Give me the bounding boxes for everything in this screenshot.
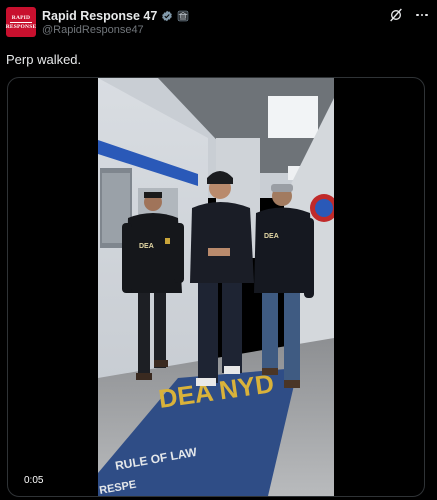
avatar-text-bottom: RESPONSE [5, 23, 37, 30]
avatar-text-top: RAPID [11, 14, 31, 21]
avatar[interactable]: RAPID RESPONSE [6, 7, 36, 37]
government-affiliate-icon [178, 10, 189, 22]
tweet-text: Perp walked. [6, 52, 82, 67]
video-player[interactable]: DEA NYD RULE OF LAW RESPE DEA DEA 0:05 [7, 77, 425, 497]
more-options-icon[interactable] [414, 7, 430, 23]
display-name[interactable]: Rapid Response 47 [42, 9, 157, 23]
video-frame[interactable]: DEA NYD RULE OF LAW RESPE DEA DEA [98, 78, 334, 496]
tweet-header: RAPID RESPONSE Rapid Response 47 @RapidR… [0, 0, 437, 46]
name-row: Rapid Response 47 [42, 8, 189, 24]
vest-label-left: DEA [139, 243, 154, 250]
avatar-divider [10, 21, 32, 23]
verified-badge-icon [162, 10, 173, 22]
account-handle[interactable]: @RapidResponse47 [42, 24, 144, 36]
vest-label-right: DEA [264, 233, 279, 240]
video-timestamp: 0:05 [20, 474, 48, 487]
grok-icon[interactable] [388, 7, 404, 23]
